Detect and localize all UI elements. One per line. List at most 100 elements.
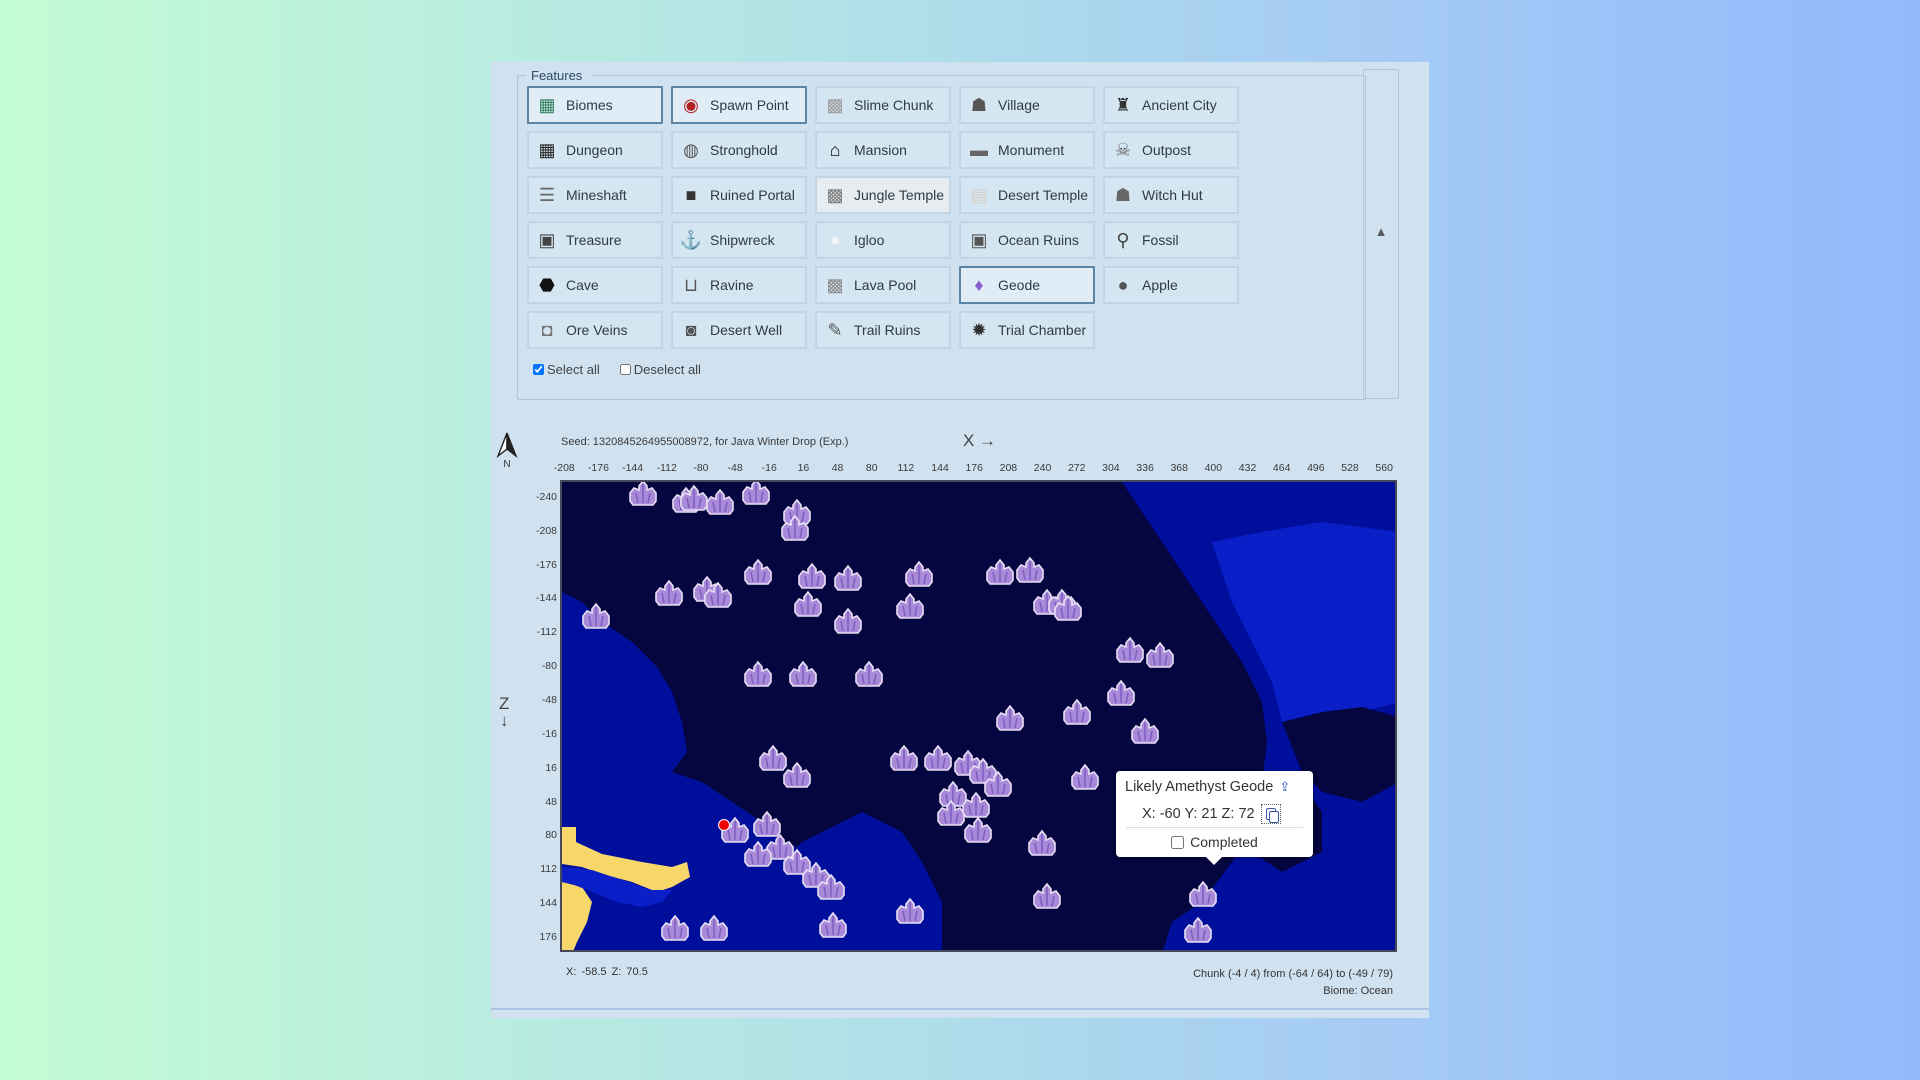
- x-tick-label: 48: [831, 462, 844, 474]
- geode-marker[interactable]: [816, 873, 846, 903]
- geode-marker[interactable]: [1188, 880, 1218, 910]
- feature-button-ancient-city[interactable]: ♜ Ancient City: [1103, 86, 1239, 124]
- geode-marker[interactable]: [703, 581, 733, 611]
- amethyst-geode-icon: [896, 592, 924, 619]
- select-all-checkbox[interactable]: [533, 364, 544, 375]
- geode-marker[interactable]: [797, 562, 827, 592]
- geode-marker[interactable]: [818, 911, 848, 941]
- feature-button-monument[interactable]: ▬ Monument: [959, 131, 1095, 169]
- feature-button-apple[interactable]: ● Apple: [1103, 266, 1239, 304]
- compass-north-label: N: [503, 459, 511, 470]
- geode-marker[interactable]: [854, 660, 884, 690]
- geode-marker[interactable]: [743, 660, 773, 690]
- geode-marker[interactable]: [889, 744, 919, 774]
- geode-marker[interactable]: [985, 558, 1015, 588]
- select-all-control[interactable]: Select all: [533, 362, 600, 377]
- copy-icon[interactable]: [1260, 804, 1281, 824]
- geode-marker[interactable]: [1106, 679, 1136, 709]
- feature-button-cave[interactable]: ⬣ Cave: [527, 266, 663, 304]
- deselect-all-checkbox[interactable]: [619, 364, 631, 375]
- geode-marker[interactable]: [628, 482, 658, 509]
- geode-marker[interactable]: [780, 514, 810, 544]
- feature-button-igloo[interactable]: ● Igloo: [815, 221, 951, 259]
- geode-marker[interactable]: [833, 564, 863, 594]
- geode-marker[interactable]: [699, 914, 729, 944]
- completed-control[interactable]: Completed: [1116, 834, 1313, 850]
- amethyst-geode-icon: [1107, 679, 1136, 706]
- share-icon[interactable]: ⇪: [1279, 779, 1290, 795]
- feature-button-fossil[interactable]: ⚲ Fossil: [1103, 221, 1239, 259]
- z-tick-label: 48: [545, 795, 557, 808]
- geode-marker[interactable]: [741, 482, 771, 508]
- geode-marker[interactable]: [788, 660, 818, 690]
- amethyst-geode-icon: [923, 744, 952, 772]
- feature-button-label: Desert Well: [710, 322, 783, 338]
- geode-marker[interactable]: [963, 816, 993, 846]
- geode-marker[interactable]: [1183, 916, 1213, 946]
- geode-marker[interactable]: [581, 602, 611, 632]
- geode-marker[interactable]: [793, 590, 823, 620]
- feature-button-ore-veins[interactable]: ◘ Ore Veins: [527, 311, 663, 349]
- geode-marker[interactable]: [904, 560, 934, 590]
- bone-icon: ⚲: [1116, 230, 1130, 250]
- amethyst-geode-icon: [780, 514, 809, 541]
- geode-marker[interactable]: [1130, 717, 1160, 747]
- feature-button-mansion[interactable]: ⌂ Mansion: [815, 131, 951, 169]
- feature-button-ravine[interactable]: ⊔ Ravine: [671, 266, 807, 304]
- feature-button-village[interactable]: ☗ Village: [959, 86, 1095, 124]
- feature-button-treasure[interactable]: ▣ Treasure: [527, 221, 663, 259]
- feature-button-dungeon[interactable]: ▦ Dungeon: [527, 131, 663, 169]
- monument-icon: ▬: [970, 140, 988, 160]
- geode-marker[interactable]: [1015, 556, 1045, 586]
- feature-button-trial-chamber[interactable]: ✹ Trial Chamber: [959, 311, 1095, 349]
- feature-button-desert-temple[interactable]: ▤ Desert Temple: [959, 176, 1095, 214]
- feature-button-label: Cave: [566, 277, 599, 293]
- feature-button-outpost[interactable]: ☠ Outpost: [1103, 131, 1239, 169]
- geode-marker[interactable]: [1032, 882, 1062, 912]
- geode-marker[interactable]: [895, 897, 925, 927]
- geode-marker[interactable]: [923, 744, 953, 774]
- feature-button-desert-well[interactable]: ◙ Desert Well: [671, 311, 807, 349]
- feature-button-ruined-portal[interactable]: ■ Ruined Portal: [671, 176, 807, 214]
- amethyst-geode-icon: [1116, 637, 1144, 664]
- x-axis-ticks: -208 -176 -144 -112 -80 -48 -16 16 48 80 112 144 176…: [554, 462, 1398, 476]
- geode-marker[interactable]: [1027, 829, 1057, 859]
- feature-button-label: Slime Chunk: [854, 97, 934, 113]
- geode-marker[interactable]: [654, 579, 684, 609]
- feature-button-shipwreck[interactable]: ⚓ Shipwreck: [671, 221, 807, 259]
- geode-marker[interactable]: [782, 761, 812, 791]
- feature-button-jungle-temple[interactable]: ▩ Jungle Temple: [815, 176, 951, 214]
- x-axis-label: X →: [963, 431, 997, 450]
- feature-button-biomes[interactable]: ▦ Biomes: [527, 86, 663, 124]
- feature-button-trail-ruins[interactable]: ✎ Trail Ruins: [815, 311, 951, 349]
- feature-button-spawn-point[interactable]: ◉ Spawn Point: [671, 86, 807, 124]
- feature-button-mineshaft[interactable]: ☰ Mineshaft: [527, 176, 663, 214]
- deselect-all-control[interactable]: Deselect all: [619, 362, 701, 377]
- world-map[interactable]: [560, 480, 1397, 952]
- feature-button-lava-pool[interactable]: ▩ Lava Pool: [815, 266, 951, 304]
- features-scrollbar[interactable]: ▲: [1363, 69, 1399, 399]
- amethyst-geode-icon: [1032, 882, 1061, 909]
- geode-marker[interactable]: [895, 592, 925, 622]
- feature-button-geode[interactable]: ♦ Geode: [959, 266, 1095, 304]
- geode-marker[interactable]: [1070, 763, 1100, 793]
- feature-button-slime-chunk[interactable]: ▩ Slime Chunk: [815, 86, 951, 124]
- geode-marker[interactable]: [743, 558, 773, 588]
- scroll-up-arrow-icon[interactable]: ▲: [1364, 224, 1398, 239]
- amethyst-geode-icon: [699, 914, 728, 941]
- geode-marker[interactable]: [1115, 636, 1145, 666]
- geode-marker[interactable]: [660, 914, 690, 944]
- feature-button-ocean-ruins[interactable]: ▣ Ocean Ruins: [959, 221, 1095, 259]
- feature-button-witch-hut[interactable]: ☗ Witch Hut: [1103, 176, 1239, 214]
- geode-marker[interactable]: [1062, 698, 1092, 728]
- geode-marker[interactable]: [705, 488, 735, 518]
- cursor-coords: X: -58.5 Z: 70.5: [566, 966, 648, 978]
- geode-marker[interactable]: [833, 607, 863, 637]
- trial-chamber-icon: ✹: [971, 320, 987, 340]
- geode-marker[interactable]: [1145, 641, 1175, 671]
- geode-marker[interactable]: [995, 704, 1025, 734]
- completed-checkbox[interactable]: [1171, 835, 1185, 849]
- x-tick-label: 400: [1204, 462, 1223, 474]
- geode-marker[interactable]: [1053, 594, 1083, 624]
- feature-button-stronghold[interactable]: ◍ Stronghold: [671, 131, 807, 169]
